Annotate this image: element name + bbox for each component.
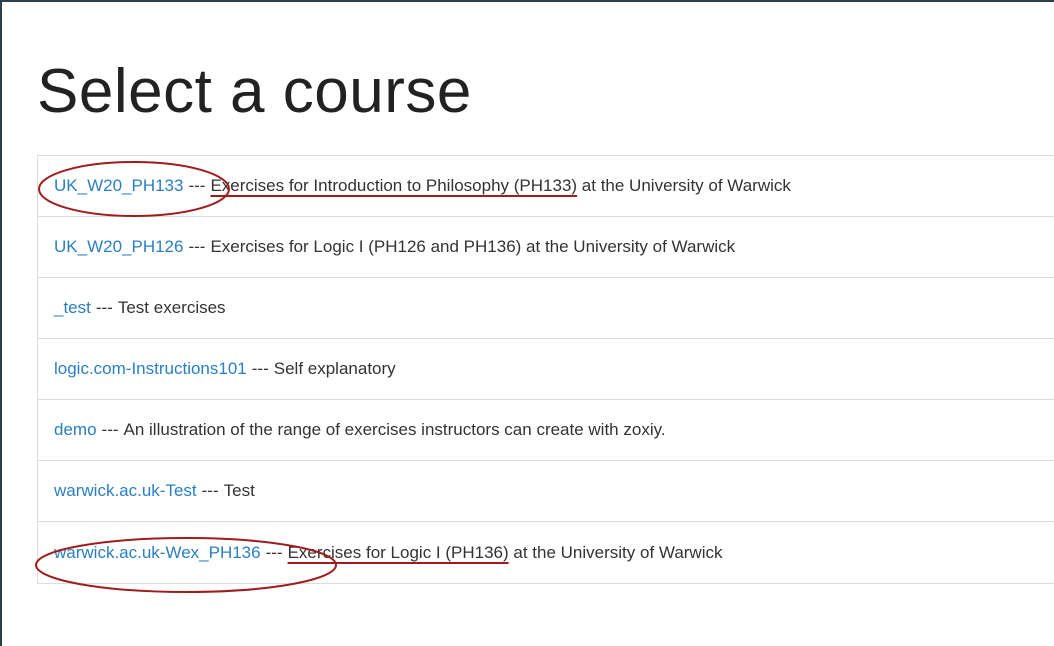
course-description: Test	[223, 481, 255, 500]
course-link[interactable]: warwick.ac.uk-Wex_PH136	[54, 543, 261, 563]
course-description: Exercises for Introduction to Philosophy…	[210, 176, 578, 195]
course-description-suffix: at the University of Warwick	[577, 176, 791, 195]
course-separator: ---	[95, 298, 113, 317]
course-description: Self explanatory	[273, 359, 396, 378]
course-list: UK_W20_PH133 --- Exercises for Introduct…	[37, 155, 1054, 584]
course-row: warwick.ac.uk-Wex_PH136 --- Exercises fo…	[38, 522, 1054, 583]
course-separator: ---	[188, 176, 206, 195]
course-separator: ---	[265, 542, 283, 562]
course-description: An illustration of the range of exercise…	[123, 420, 666, 439]
course-link[interactable]: UK_W20_PH126	[54, 237, 183, 257]
course-separator: ---	[188, 237, 206, 256]
course-row: UK_W20_PH126 --- Exercises for Logic I (…	[38, 217, 1054, 278]
course-row: warwick.ac.uk-Test --- Test	[38, 461, 1054, 522]
course-row: logic.com-Instructions101 --- Self expla…	[38, 339, 1054, 400]
course-description: Test exercises	[117, 298, 226, 317]
course-row: _test --- Test exercises	[38, 278, 1054, 339]
course-row: UK_W20_PH133 --- Exercises for Introduct…	[38, 156, 1054, 217]
course-description: Exercises for Logic I (PH136)	[287, 542, 509, 562]
course-link[interactable]: _test	[54, 298, 91, 318]
course-link[interactable]: demo	[54, 420, 97, 440]
course-link[interactable]: UK_W20_PH133	[54, 176, 183, 196]
course-link[interactable]: logic.com-Instructions101	[54, 359, 247, 379]
page-title: Select a course	[37, 57, 472, 126]
course-separator: ---	[201, 481, 219, 500]
course-description-suffix: at the University of Warwick	[508, 542, 723, 562]
course-link[interactable]: warwick.ac.uk-Test	[54, 481, 197, 501]
course-row: demo --- An illustration of the range of…	[38, 400, 1054, 461]
course-separator: ---	[251, 359, 269, 378]
course-description: Exercises for Logic I (PH126 and PH136) …	[210, 237, 736, 256]
course-separator: ---	[101, 420, 119, 439]
